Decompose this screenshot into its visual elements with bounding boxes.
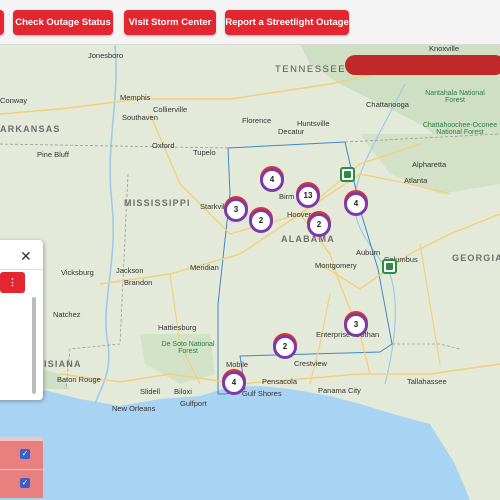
label-mississippi: MISSISSIPPI (124, 198, 191, 208)
label-hattiesburg: Hattiesburg (158, 323, 197, 332)
label-memphis: Memphis (120, 93, 151, 102)
label-pensacola: Pensacola (262, 377, 298, 386)
outage-cluster[interactable]: 3 (347, 316, 365, 334)
label-alabama: ALABAMA (281, 234, 335, 244)
label-panama-city: Panama City (318, 386, 361, 395)
label-collierville: Collierville (153, 105, 188, 114)
side-panel: ✕ ⋮ (0, 240, 43, 400)
label-knoxville: Knoxville (429, 44, 460, 53)
office-marker[interactable] (340, 167, 355, 182)
outage-cluster[interactable]: 4 (347, 195, 365, 213)
label-nantahala-forest: Nantahala National Forest (425, 90, 485, 104)
label-oxford: Oxford (152, 141, 175, 150)
label-decatur: Decatur (278, 127, 305, 136)
label-auburn: Auburn (356, 248, 381, 257)
outage-cluster[interactable]: 3 (227, 201, 245, 219)
alert-banner[interactable] (345, 55, 500, 75)
label-georgia: GEORGIA (452, 253, 500, 263)
panel-divider (0, 269, 43, 270)
label-vicksburg: Vicksburg (61, 268, 94, 277)
label-montgomery: Montgomery (315, 261, 357, 270)
report-streetlight-outage-button[interactable]: Report a Streetlight Outage (225, 10, 349, 35)
label-chattanooga: Chattanooga (366, 100, 409, 109)
label-slidell: Slidell (140, 387, 161, 396)
legend-row[interactable]: ✓ (0, 441, 43, 469)
label-birmingham: Birm (279, 192, 295, 201)
panel-legend: ✓ ✓ (0, 437, 43, 498)
outage-cluster[interactable]: 2 (310, 216, 328, 234)
panel-menu-button[interactable]: ⋮ (0, 272, 25, 293)
label-atlanta: Atlanta (404, 176, 428, 185)
visit-storm-center-button[interactable]: Visit Storm Center (124, 10, 216, 35)
check-outage-status-button[interactable]: Check Outage Status (13, 10, 113, 35)
label-meridian: Meridian (190, 263, 219, 272)
checkbox-checked-icon[interactable]: ✓ (20, 478, 30, 488)
label-brandon: Brandon (124, 278, 153, 287)
label-alpharetta: Alpharetta (412, 160, 447, 169)
label-starkville: Starkville (200, 202, 231, 211)
label-louisiana-partial: ISIANA (44, 359, 82, 369)
label-florence: Florence (242, 116, 272, 125)
close-icon[interactable]: ✕ (20, 249, 32, 263)
label-hoover: Hoover (287, 210, 312, 219)
legend-row[interactable]: ✓ (0, 470, 43, 498)
outage-cluster[interactable]: 2 (252, 212, 270, 230)
panel-scrollbar[interactable] (32, 297, 36, 394)
checkbox-checked-icon[interactable]: ✓ (20, 449, 30, 459)
label-conway: Conway (0, 96, 28, 105)
label-crestview: Crestview (294, 359, 327, 368)
outage-map[interactable]: Jonesboro Memphis Collierville Southaven… (0, 44, 500, 500)
label-de-soto-forest: De Soto National Forest (161, 341, 215, 355)
label-enterprise: Enterprise (316, 330, 351, 339)
outage-cluster[interactable]: 13 (299, 187, 317, 205)
partial-button[interactable] (0, 10, 4, 35)
label-gulfport: Gulfport (180, 399, 207, 408)
outage-cluster[interactable]: 4 (225, 374, 243, 392)
label-biloxi: Biloxi (174, 387, 192, 396)
label-new-orleans: New Orleans (112, 404, 156, 413)
toolbar: Check Outage Status Visit Storm Center R… (0, 0, 500, 45)
label-pine-bluff: Pine Bluff (37, 150, 69, 159)
outage-cluster[interactable]: 2 (276, 338, 294, 356)
office-marker[interactable] (382, 259, 397, 274)
label-chattahoochee-forest: Chattahoochee-Oconee National Forest (422, 122, 498, 136)
label-tupelo: Tupelo (193, 148, 216, 157)
label-mobile: Mobile (226, 360, 249, 369)
label-southaven: Southaven (122, 113, 158, 122)
label-gulf-shores: Gulf Shores (242, 389, 282, 398)
label-arkansas: ARKANSAS (0, 124, 61, 134)
label-jackson: Jackson (116, 266, 144, 275)
label-jonesboro: Jonesboro (88, 51, 124, 60)
label-tennessee: TENNESSEE (275, 64, 347, 75)
label-natchez: Natchez (53, 310, 81, 319)
label-baton-rouge: Baton Rouge (57, 375, 101, 384)
outage-cluster[interactable]: 4 (263, 171, 281, 189)
label-tallahassee: Tallahassee (407, 377, 447, 386)
